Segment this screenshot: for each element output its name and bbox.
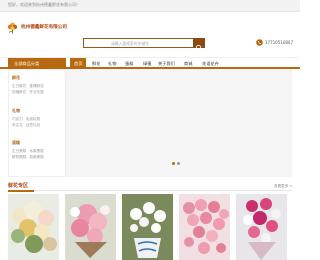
carousel-dot[interactable] [172, 162, 175, 165]
carousel-dot[interactable] [177, 162, 180, 165]
nav-item-flower-language[interactable]: 花语花卉 [202, 61, 219, 67]
product-image[interactable] [8, 194, 59, 260]
category-link[interactable]: 生日鲜花 [12, 84, 26, 88]
nav-item-about[interactable]: 关于我们 [158, 61, 175, 67]
category-link[interactable]: 创意礼品 [26, 123, 40, 127]
category-title[interactable]: 蛋糕 [12, 140, 47, 146]
category-title[interactable]: 礼物 [12, 108, 43, 114]
category-link[interactable]: 生日蛋糕 [12, 149, 26, 153]
top-bar: 您好，欢迎来到杭州德鑫鲜花有限公司！ [0, 0, 300, 12]
category-link[interactable]: 水果蛋糕 [29, 149, 43, 153]
product-image[interactable] [236, 194, 287, 260]
category-group-gifts: 礼物 巧克力 毛绒玩具 永生花 创意礼品 [12, 108, 43, 128]
nav-item-cakes[interactable]: 蛋糕 [125, 61, 133, 67]
category-link[interactable]: 鲜奶蛋糕 [12, 155, 26, 159]
category-link[interactable]: 毛绒玩具 [26, 117, 40, 121]
category-link[interactable]: 慕斯蛋糕 [29, 155, 43, 159]
category-link[interactable]: 巧克力 [12, 117, 23, 121]
category-link[interactable]: 爱情鲜花 [29, 84, 43, 88]
main-nav: 全部商品分类 首页 鲜花 礼物 蛋糕 绿植 关于我们 商城 花语花卉 [0, 57, 300, 70]
logo-name: 杭州德鑫鲜花有限公司 [21, 25, 67, 30]
nav-item-home[interactable]: 首页 [70, 58, 87, 68]
category-link[interactable]: 祝福鲜花 [12, 90, 26, 94]
product-image[interactable] [65, 194, 116, 260]
search-input[interactable]: 请输入要搜索的关键字 [111, 41, 149, 47]
search-button[interactable] [193, 38, 205, 51]
hero-banner[interactable] [66, 69, 292, 177]
phone-number: 17710510807 [265, 40, 293, 45]
section-title: 鲜花专区 [8, 183, 29, 189]
product-image[interactable] [179, 194, 230, 260]
nav-item-plants[interactable]: 绿植 [143, 61, 151, 67]
category-group-cakes: 蛋糕 生日蛋糕 水果蛋糕 鲜奶蛋糕 慕斯蛋糕 [12, 140, 47, 160]
category-group-flowers: 鲜花 生日鲜花 爱情鲜花 祝福鲜花 开业花篮 [12, 75, 47, 95]
nav-item-flowers[interactable]: 鲜花 [92, 61, 100, 67]
product-image[interactable] [122, 194, 173, 260]
phone-icon [256, 39, 263, 46]
category-link[interactable]: 永生花 [12, 123, 23, 127]
category-link[interactable]: 开业花篮 [29, 90, 43, 94]
category-panel: 鲜花 生日鲜花 爱情鲜花 祝福鲜花 开业花篮 礼物 巧克力 毛绒玩具 永生花 创意礼品 … [8, 69, 66, 177]
search-box[interactable]: 请输入要搜索的关键字 [83, 38, 205, 51]
category-title[interactable]: 鲜花 [12, 75, 47, 81]
site-logo[interactable]: 杭州德鑫鲜花有限公司 [6, 21, 67, 35]
nav-item-mall[interactable]: 商城 [184, 61, 192, 67]
nav-item-gifts[interactable]: 礼物 [108, 61, 116, 67]
flower-logo-icon [7, 22, 18, 34]
search-icon [195, 44, 202, 51]
welcome-text: 您好，欢迎来到杭州德鑫鲜花有限公司！ [8, 2, 80, 7]
all-categories-label: 全部商品分类 [14, 60, 40, 66]
header: 杭州德鑫鲜花有限公司 请输入要搜索的关键字 17710510807 [0, 12, 300, 57]
section-divider [8, 189, 292, 192]
view-more-link[interactable]: 查看更多 > [274, 184, 293, 189]
